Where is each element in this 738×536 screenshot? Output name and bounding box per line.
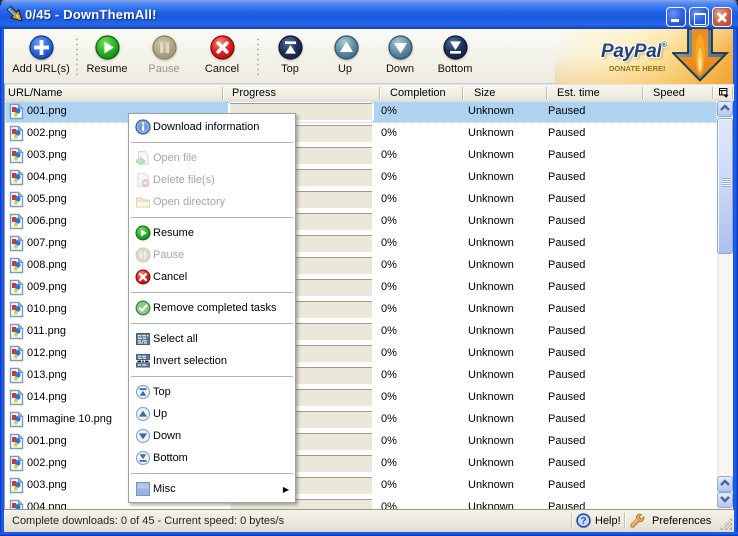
svg-text:?: ?: [580, 516, 586, 527]
